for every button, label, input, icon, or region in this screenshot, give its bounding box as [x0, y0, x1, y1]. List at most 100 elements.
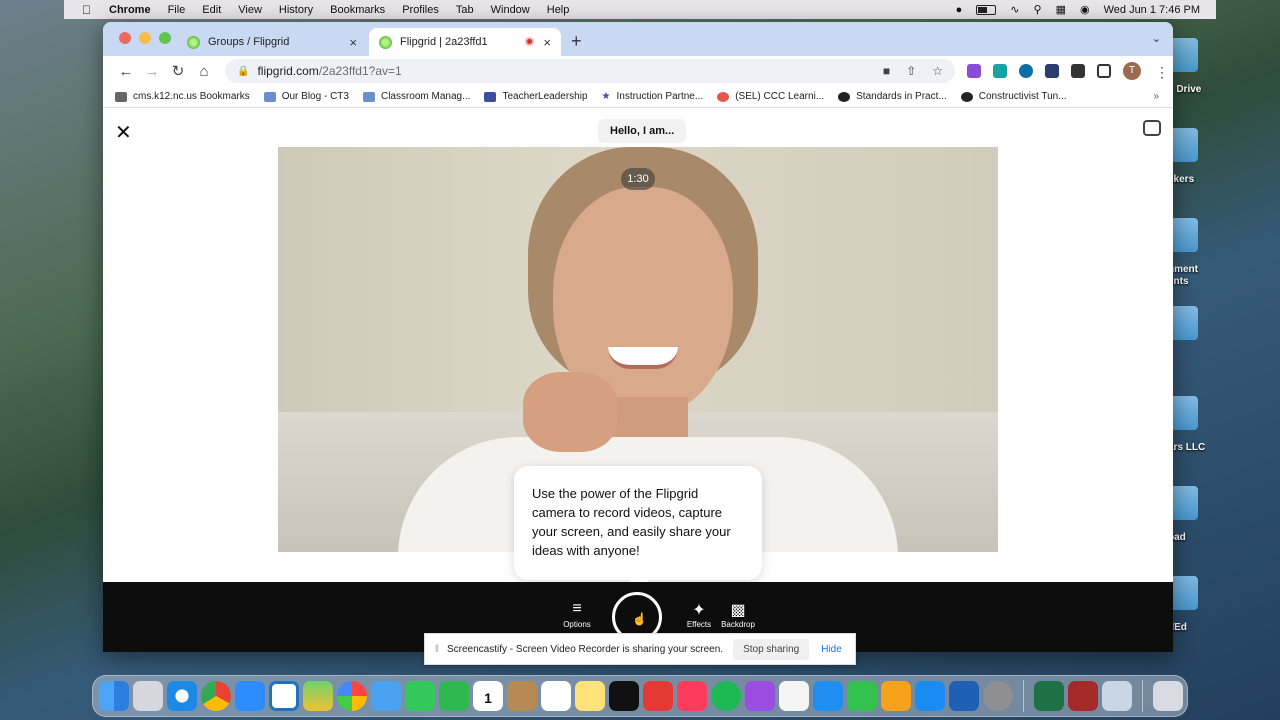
forward-arrow-icon[interactable]: → — [139, 63, 165, 80]
finder-icon[interactable] — [99, 681, 129, 711]
wifi-icon[interactable]: ∿ — [1010, 3, 1019, 16]
close-camera-icon[interactable]: ✕ — [115, 120, 132, 145]
hand-cursor-icon: ☝ — [632, 612, 647, 626]
extensions-area: T ⋮ — [967, 62, 1169, 80]
close-tab-icon[interactable]: × — [349, 35, 357, 50]
facetime-icon[interactable] — [439, 681, 469, 711]
podcasts-icon[interactable] — [745, 681, 775, 711]
extension-screencastify-icon[interactable] — [993, 64, 1007, 78]
menu-clock[interactable]: Wed Jun 1 7:46 PM — [1104, 4, 1200, 16]
control-center-icon[interactable]: ▦ — [1056, 3, 1066, 16]
magic-wand-icon: ✦ — [692, 602, 706, 619]
launchpad-icon[interactable] — [133, 681, 163, 711]
bookmark-sel-ccc[interactable]: (SEL) CCC Learni... — [717, 91, 824, 102]
extensions-puzzle-icon[interactable] — [1071, 64, 1085, 78]
extension-book-icon[interactable] — [1045, 64, 1059, 78]
siri-icon[interactable]: ◉ — [1080, 3, 1090, 16]
notes-icon[interactable] — [575, 681, 605, 711]
menu-help[interactable]: Help — [547, 4, 570, 16]
screenshot-icon[interactable] — [1102, 681, 1132, 711]
messages-icon[interactable] — [405, 681, 435, 711]
photo-booth-icon[interactable] — [643, 681, 673, 711]
spotify-icon[interactable] — [711, 681, 741, 711]
music-icon[interactable] — [677, 681, 707, 711]
flipgrid-favicon-icon — [379, 35, 392, 49]
zoom-window-button[interactable] — [159, 32, 171, 44]
drag-handle-icon[interactable]: ‖ — [429, 644, 445, 655]
desktop-label: ars LLC — [1168, 442, 1206, 453]
close-tab-icon[interactable]: × — [543, 35, 551, 50]
news-icon[interactable] — [779, 681, 809, 711]
address-bar[interactable]: 🔒 flipgrid.com/2a23ffd1?av=1 ■ ⇧ ☆ — [225, 59, 955, 83]
bookmark-standards[interactable]: Standards in Pract... — [838, 91, 947, 102]
menu-view[interactable]: View — [238, 4, 262, 16]
calendar-icon[interactable]: 1 — [473, 681, 503, 711]
bookmark-constructivist[interactable]: Constructivist Tun... — [960, 91, 1067, 102]
minimize-window-button[interactable] — [139, 32, 151, 44]
stop-sharing-button[interactable]: Stop sharing — [733, 638, 810, 660]
new-tab-button[interactable]: + — [571, 31, 582, 52]
excel-icon[interactable] — [1034, 681, 1064, 711]
word-icon[interactable] — [949, 681, 979, 711]
photos-icon[interactable] — [337, 681, 367, 711]
system-preferences-icon[interactable] — [983, 681, 1013, 711]
close-window-button[interactable] — [119, 32, 131, 44]
pages-icon[interactable] — [881, 681, 911, 711]
dictionary-icon[interactable] — [1068, 681, 1098, 711]
menu-file[interactable]: File — [168, 4, 186, 16]
apple-tv-icon[interactable] — [609, 681, 639, 711]
side-panel-icon[interactable] — [1097, 64, 1111, 78]
lock-icon[interactable]: 🔒 — [237, 66, 249, 77]
hide-button[interactable]: Hide — [821, 644, 842, 655]
menu-app-name[interactable]: Chrome — [109, 4, 151, 16]
numbers-icon[interactable] — [847, 681, 877, 711]
bookmark-our-blog[interactable]: Our Blog - CT3 — [263, 91, 349, 102]
keynote-icon[interactable] — [813, 681, 843, 711]
home-icon[interactable]: ⌂ — [191, 63, 217, 80]
menu-window[interactable]: Window — [491, 4, 530, 16]
sticky-note-icon[interactable] — [1143, 120, 1161, 136]
share-icon[interactable]: ⇧ — [906, 64, 916, 78]
reminders-icon[interactable] — [541, 681, 571, 711]
microphone-icon[interactable]: ● — [956, 4, 963, 16]
chrome-icon[interactable] — [201, 681, 231, 711]
menu-bookmarks[interactable]: Bookmarks — [330, 4, 385, 16]
bookmark-classroom-manag[interactable]: Classroom Manag... — [362, 91, 470, 102]
bookmark-folder-cms[interactable]: cms.k12.nc.us Bookmarks — [115, 91, 250, 102]
bookmark-teacher-leadership[interactable]: TeacherLeadership — [484, 91, 588, 102]
zoom-icon[interactable] — [235, 681, 265, 711]
effects-button[interactable]: ✦ Effects — [679, 600, 719, 629]
tab-search-chevron-down-icon[interactable]: ⌄ — [1152, 32, 1161, 45]
chrome-menu-kebab-icon[interactable]: ⋮ — [1155, 64, 1169, 80]
browser-toolbar: ← → ↻ ⌂ 🔒 flipgrid.com/2a23ffd1?av=1 ■ ⇧… — [103, 56, 1173, 86]
back-arrow-icon[interactable]: ← — [113, 63, 139, 80]
bookmarks-overflow-icon[interactable]: » — [1153, 91, 1159, 102]
camera-in-use-icon[interactable]: ■ — [883, 64, 890, 78]
menu-tab[interactable]: Tab — [456, 4, 474, 16]
backdrop-button[interactable]: ▩ Backdrop — [718, 600, 758, 629]
bookmark-label: Our Blog - CT3 — [281, 91, 349, 102]
bookmark-label: TeacherLeadership — [502, 91, 588, 102]
bookmark-star-icon[interactable]: ☆ — [932, 64, 943, 78]
trash-icon[interactable] — [1153, 681, 1183, 711]
reload-icon[interactable]: ↻ — [165, 62, 191, 80]
options-button[interactable]: ≡ Options — [557, 600, 597, 629]
menu-profiles[interactable]: Profiles — [402, 4, 439, 16]
spotlight-search-icon[interactable]: ⚲ — [1034, 3, 1042, 16]
menu-edit[interactable]: Edit — [202, 4, 221, 16]
bookmark-instruction-partners[interactable]: ★ Instruction Partne... — [602, 91, 704, 102]
extension-puzzle-purple-icon[interactable] — [967, 64, 981, 78]
extension-globe-icon[interactable] — [1019, 64, 1033, 78]
battery-icon[interactable] — [976, 4, 997, 15]
reader-icon[interactable] — [269, 681, 299, 711]
hello-i-am-label[interactable]: Hello, I am... — [598, 119, 687, 143]
menu-history[interactable]: History — [279, 4, 313, 16]
apple-menu-icon[interactable]:  — [82, 3, 91, 17]
maps-icon[interactable] — [303, 681, 333, 711]
mail-icon[interactable] — [371, 681, 401, 711]
safari-icon[interactable] — [167, 681, 197, 711]
contacts-icon[interactable] — [507, 681, 537, 711]
profile-avatar[interactable]: T — [1123, 62, 1141, 80]
app-store-icon[interactable] — [915, 681, 945, 711]
tab-groups-flipgrid[interactable]: Groups / Flipgrid × — [177, 28, 367, 56]
